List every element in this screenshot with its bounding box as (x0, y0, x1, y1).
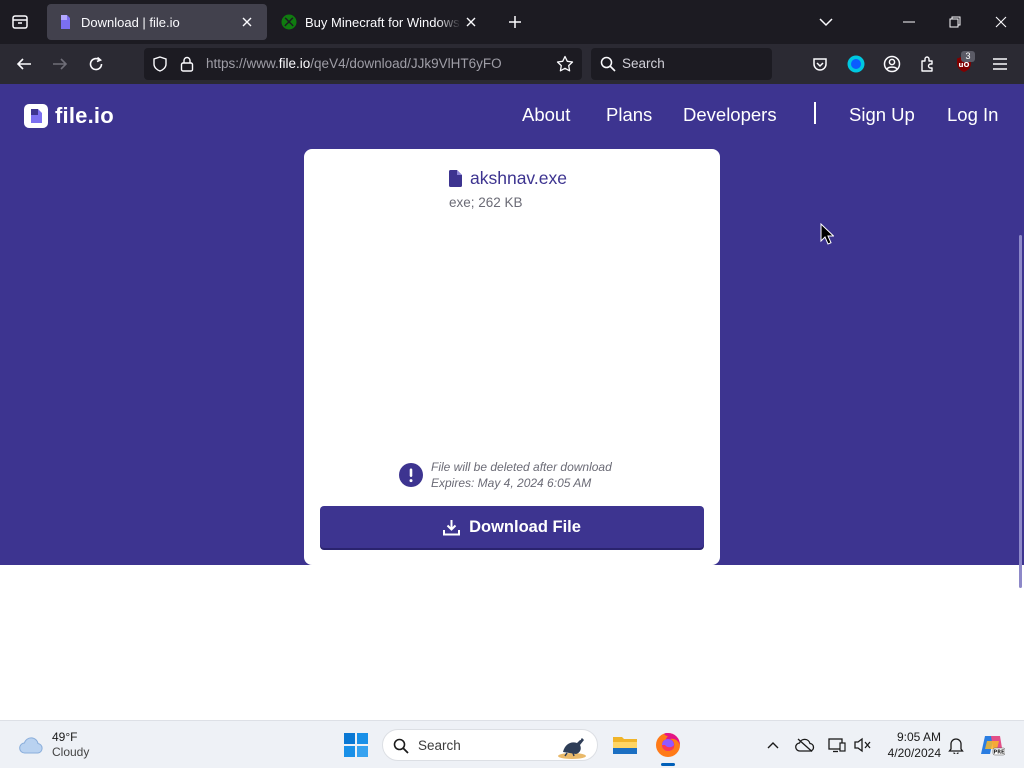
forward-icon[interactable] (46, 50, 74, 78)
taskbar-search[interactable]: Search (382, 729, 598, 761)
navigation-toolbar: https://www.file.io/qeV4/download/JJk9Vl… (0, 44, 1024, 84)
download-button-label: Download File (469, 517, 581, 536)
svg-text:uO: uO (959, 61, 970, 69)
bookmark-star-icon[interactable] (556, 55, 574, 73)
pocket-icon[interactable] (806, 50, 834, 78)
notice-expiry-text: Expires: May 4, 2024 6:05 AM (431, 476, 592, 490)
weather-temp: 49°F (52, 730, 78, 744)
tab-file-io[interactable]: Download | file.io (47, 4, 267, 40)
search-highlight-bird-icon (555, 732, 589, 760)
site-header: file.io About Plans Developers Sign Up L… (0, 84, 1024, 141)
page-content: file.io About Plans Developers Sign Up L… (0, 84, 1024, 720)
tab-title: Buy Minecraft for Windows | Xbox (305, 14, 461, 30)
download-file-button[interactable]: Download File (320, 506, 704, 548)
file-title: akshnav.exe (449, 168, 567, 189)
download-icon (443, 519, 461, 535)
restore-icon[interactable] (932, 0, 978, 44)
weather-widget[interactable]: 49°F Cloudy (18, 730, 89, 760)
nav-plans[interactable]: Plans (606, 104, 652, 126)
download-card: akshnav.exe exe; 262 KB File will be del… (304, 149, 720, 565)
nav-divider (814, 102, 816, 124)
windows-taskbar: 49°F Cloudy Search 9:05 AM 4/20/2024 PRE (0, 720, 1024, 768)
tab-manager-icon[interactable] (6, 8, 34, 36)
extension-badge: 3 (961, 51, 975, 62)
clock-date: 4/20/2024 (887, 746, 941, 760)
cloud-icon (19, 737, 43, 754)
windows-start-icon[interactable] (344, 733, 368, 757)
file-meta: exe; 262 KB (449, 195, 523, 210)
onedrive-offline-icon[interactable] (793, 733, 817, 757)
search-placeholder: Search (622, 56, 665, 71)
nav-log-in[interactable]: Log In (947, 104, 998, 126)
clock-time: 9:05 AM (896, 730, 941, 744)
close-window-icon[interactable] (978, 0, 1024, 44)
nav-developers[interactable]: Developers (683, 104, 777, 126)
file-io-logo-icon (24, 104, 48, 128)
reload-icon[interactable] (82, 50, 110, 78)
vpn-extension-icon[interactable] (842, 50, 870, 78)
lock-icon[interactable] (180, 56, 194, 72)
taskbar-search-label: Search (418, 738, 461, 753)
search-icon (393, 738, 409, 754)
site-logo[interactable]: file.io (24, 103, 114, 129)
nav-sign-up[interactable]: Sign Up (849, 104, 915, 126)
active-app-indicator (661, 763, 675, 766)
alert-icon (399, 463, 423, 487)
new-tab-icon[interactable] (501, 8, 529, 36)
shield-icon[interactable] (152, 56, 168, 72)
search-icon (600, 56, 616, 72)
volume-muted-icon[interactable] (851, 733, 875, 757)
system-clock[interactable]: 9:05 AM 4/20/2024 (884, 729, 941, 761)
close-tab-icon[interactable] (461, 12, 481, 32)
close-tab-icon[interactable] (237, 12, 257, 32)
file-explorer-icon[interactable] (609, 729, 641, 761)
deletion-notice: File will be deleted after download Expi… (399, 459, 612, 491)
search-input[interactable]: Search (591, 48, 772, 80)
file-name: akshnav.exe (470, 168, 567, 188)
account-icon[interactable] (878, 50, 906, 78)
url-text: https://www.file.io/qeV4/download/JJk9Vl… (206, 56, 502, 71)
tab-strip: Download | file.io Buy Minecraft for Win… (0, 0, 1024, 44)
weather-condition: Cloudy (52, 745, 90, 759)
notifications-bell-icon[interactable] (944, 733, 968, 757)
list-all-tabs-icon[interactable] (812, 8, 840, 36)
tab-xbox[interactable]: Buy Minecraft for Windows | Xbox (271, 4, 491, 40)
xbox-favicon (281, 14, 297, 30)
file-io-favicon (57, 14, 73, 30)
back-icon[interactable] (10, 50, 38, 78)
svg-text:PRE: PRE (994, 750, 1005, 756)
copilot-icon[interactable]: PRE (978, 733, 1006, 757)
address-bar[interactable]: https://www.file.io/qeV4/download/JJk9Vl… (144, 48, 582, 80)
page-scrollbar[interactable] (1019, 235, 1022, 588)
show-hidden-icons-icon[interactable] (761, 733, 785, 757)
minimize-icon[interactable] (886, 0, 932, 44)
firefox-icon[interactable] (652, 729, 684, 761)
mouse-cursor-icon (820, 223, 834, 245)
notice-delete-text: File will be deleted after download (431, 460, 612, 474)
extensions-icon[interactable] (914, 50, 942, 78)
file-icon (449, 170, 462, 187)
tab-title: Download | file.io (81, 14, 180, 30)
logo-text: file.io (55, 103, 114, 128)
network-icon[interactable] (825, 733, 849, 757)
nav-about[interactable]: About (522, 104, 570, 126)
menu-icon[interactable] (986, 50, 1014, 78)
